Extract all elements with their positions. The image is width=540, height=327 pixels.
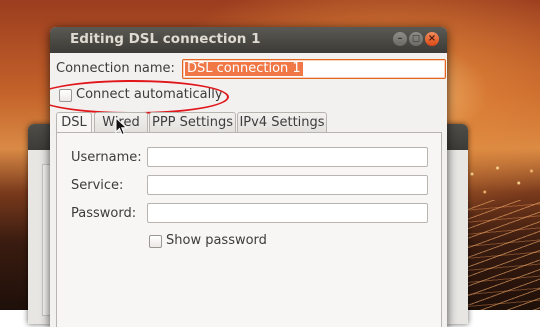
tab-ppp-settings[interactable]: PPP Settings xyxy=(149,112,236,132)
arrow-cursor-icon xyxy=(115,117,128,136)
connect-automatically-checkbox[interactable] xyxy=(59,89,72,102)
maximize-button[interactable]: ◻ xyxy=(409,32,423,46)
close-button[interactable]: × xyxy=(425,32,439,46)
username-label: Username: xyxy=(71,150,142,165)
password-input[interactable] xyxy=(147,203,428,223)
show-password-checkbox[interactable] xyxy=(149,235,162,248)
username-input[interactable] xyxy=(147,147,428,167)
dialog-titlebar[interactable]: Editing DSL connection 1 – ◻ × xyxy=(50,27,447,53)
minimize-button[interactable]: – xyxy=(393,32,407,46)
connection-name-label: Connection name: xyxy=(56,61,175,76)
show-password-row[interactable]: Show password xyxy=(149,233,299,249)
connection-name-value: DSL connection 1 xyxy=(185,61,303,76)
show-password-label[interactable]: Show password xyxy=(166,233,267,248)
password-label: Password: xyxy=(71,206,137,221)
connection-name-row: Connection name: DSL connection 1 xyxy=(56,59,446,79)
service-label: Service: xyxy=(71,178,124,193)
dsl-settings-panel: Username: Service: Password: Show passwo… xyxy=(56,132,442,327)
dialog-title: Editing DSL connection 1 xyxy=(70,31,261,47)
connection-tabs: DSL Wired PPP Settings IPv4 Settings xyxy=(56,112,441,134)
connect-automatically-row[interactable]: Connect automatically xyxy=(59,87,239,105)
service-input[interactable] xyxy=(147,175,428,195)
editing-connection-dialog: Editing DSL connection 1 – ◻ × Connectio… xyxy=(50,27,447,327)
connect-automatically-label[interactable]: Connect automatically xyxy=(76,87,223,102)
tab-ipv4-settings[interactable]: IPv4 Settings xyxy=(237,112,327,132)
tab-dsl[interactable]: DSL xyxy=(56,112,92,134)
connection-name-input[interactable]: DSL connection 1 xyxy=(182,59,446,79)
